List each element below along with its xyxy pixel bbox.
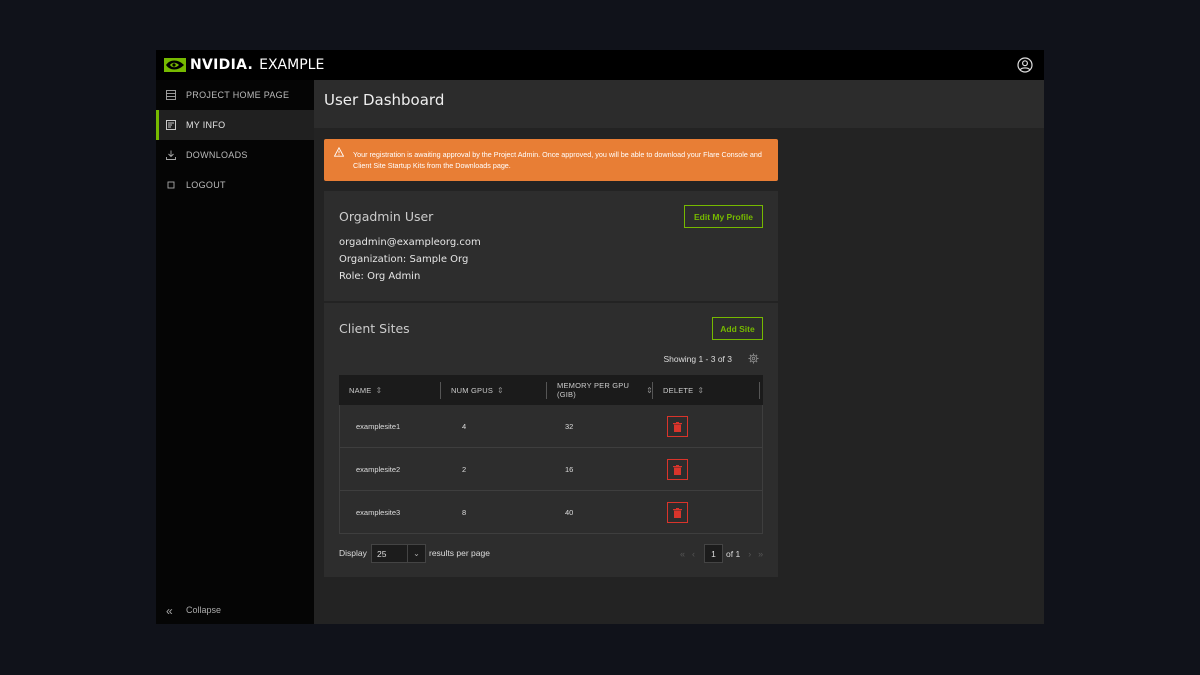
sidebar-item-label: MY INFO [186, 120, 226, 130]
collapse-label: Collapse [186, 605, 222, 615]
delete-site-button[interactable] [667, 416, 688, 437]
profile-email: orgadmin@exampleorg.com [339, 237, 481, 248]
profile-card: Orgadmin User Edit My Profile orgadmin@e… [324, 191, 778, 301]
add-site-button[interactable]: Add Site [712, 317, 763, 340]
registration-alert: Your registration is awaiting approval b… [324, 139, 778, 181]
sidebar-item-project-home[interactable]: PROJECT HOME PAGE [156, 80, 314, 110]
first-page-icon[interactable]: « [678, 549, 687, 559]
sidebar-item-label: DOWNLOADS [186, 150, 248, 160]
sidebar-item-label: LOGOUT [186, 180, 226, 190]
brand-name: NVIDIA. [190, 57, 254, 73]
list-icon [166, 90, 176, 100]
sidebar-item-my-info[interactable]: MY INFO [156, 110, 314, 140]
column-label: NAME [349, 385, 372, 395]
cell-name: examplesite1 [356, 422, 401, 431]
collapse-button[interactable]: « Collapse [156, 600, 314, 620]
product-name: EXAMPLE [259, 57, 325, 73]
next-page-icon[interactable]: › [745, 549, 754, 559]
cell-delete [667, 448, 762, 491]
trash-icon [673, 421, 682, 432]
page-number-input[interactable]: 1 [704, 544, 723, 563]
sort-icon: ⇕ [497, 385, 504, 395]
table-row: examplesite2 2 16 [339, 448, 763, 491]
nvidia-logo[interactable]: NVIDIA. EXAMPLE [164, 57, 324, 73]
cell-gpus: 4 [462, 422, 467, 431]
cell-memory: 16 [565, 465, 574, 474]
cell-memory: 40 [565, 508, 574, 517]
column-header-num-gpus[interactable]: NUM GPUS ⇕ [441, 375, 547, 405]
client-sites-card: Client Sites Add Site Showing 1 - 3 of 3… [324, 303, 778, 577]
page-size-select[interactable]: 25 ⌄ [371, 544, 426, 563]
client-sites-title: Client Sites [339, 321, 410, 336]
column-label: MEMORY PER GPU (GIB) [557, 381, 630, 399]
profile-organization: Organization: Sample Org [339, 254, 469, 265]
showing-count: Showing 1 - 3 of 3 [663, 354, 732, 364]
chevron-down-icon: ⌄ [407, 545, 425, 562]
delete-site-button[interactable] [667, 459, 688, 480]
last-page-icon[interactable]: » [756, 549, 765, 559]
table-header: NAME ⇕ NUM GPUS ⇕ MEMORY PER GPU (GIB) ⇕ [339, 375, 763, 405]
sort-icon: ⇕ [375, 385, 383, 395]
table-row: examplesite3 8 40 [339, 491, 763, 534]
nvidia-eye-icon [164, 58, 186, 72]
cell-gpus: 2 [462, 465, 467, 474]
profile-name: Orgadmin User [339, 209, 434, 224]
sidebar-item-logout[interactable]: LOGOUT [156, 170, 314, 200]
gear-icon[interactable] [748, 353, 759, 364]
column-label: NUM GPUS [451, 385, 494, 395]
sidebar: PROJECT HOME PAGE MY INFO DOWNLOADS LOGO… [156, 80, 314, 624]
top-bar: NVIDIA. EXAMPLE [156, 50, 1044, 80]
id-card-icon [166, 120, 176, 130]
cell-gpus: 8 [462, 508, 467, 517]
square-icon [167, 181, 175, 189]
delete-site-button[interactable] [667, 502, 688, 523]
page-title: User Dashboard [324, 91, 445, 109]
double-chevron-left-icon: « [166, 604, 173, 618]
cell-memory: 32 [565, 422, 574, 431]
column-header-memory[interactable]: MEMORY PER GPU (GIB) ⇕ [547, 375, 653, 405]
client-sites-table: NAME ⇕ NUM GPUS ⇕ MEMORY PER GPU (GIB) ⇕ [339, 375, 763, 534]
main-content: User Dashboard Your registration is awai… [314, 80, 1044, 624]
trash-icon [673, 464, 682, 475]
pagination: « ‹ 1 of 1 › » [678, 544, 767, 563]
page-count: of 1 [726, 548, 741, 559]
download-icon [166, 150, 176, 160]
edit-profile-button[interactable]: Edit My Profile [684, 205, 763, 228]
sidebar-item-label: PROJECT HOME PAGE [186, 90, 290, 100]
sidebar-item-downloads[interactable]: DOWNLOADS [156, 140, 314, 170]
profile-role: Role: Org Admin [339, 271, 421, 282]
display-label: Display [339, 548, 367, 558]
sort-icon: ⇕ [697, 385, 705, 395]
prev-page-icon[interactable]: ‹ [689, 549, 698, 559]
cell-delete [667, 491, 762, 534]
cell-delete [667, 405, 762, 448]
page-size-value: 25 [377, 548, 387, 559]
user-circle-icon[interactable] [1017, 57, 1033, 73]
trash-icon [673, 507, 682, 518]
column-label: DELETE [663, 385, 694, 395]
cell-name: examplesite2 [356, 465, 401, 474]
results-per-page-label: results per page [429, 548, 490, 558]
column-header-name[interactable]: NAME ⇕ [339, 375, 441, 405]
table-row: examplesite1 4 32 [339, 405, 763, 448]
warning-icon [334, 147, 344, 157]
page-header: User Dashboard [314, 80, 1044, 128]
column-header-delete[interactable]: DELETE ⇕ [653, 375, 760, 405]
cell-name: examplesite3 [356, 508, 401, 517]
app-window: NVIDIA. EXAMPLE PROJECT HOME PAGE MY INF… [156, 50, 1044, 624]
alert-message: Your registration is awaiting approval b… [353, 150, 762, 170]
